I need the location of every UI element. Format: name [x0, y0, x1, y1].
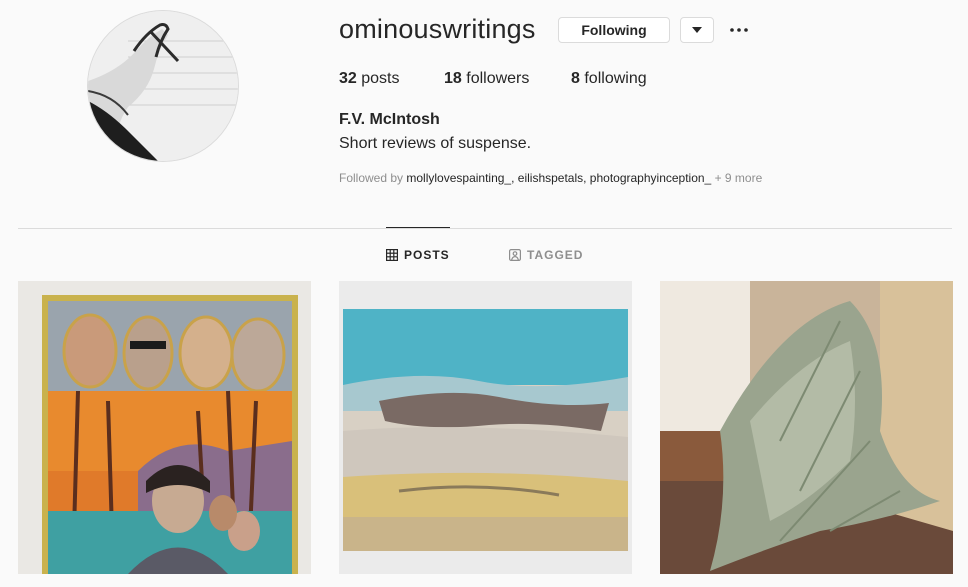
post-image-painting-faces [18, 281, 311, 574]
followed-by-more[interactable]: + 9 more [715, 171, 763, 185]
followed-by-prefix: Followed by [339, 171, 404, 185]
post-thumbnail-1[interactable] [18, 281, 311, 574]
post-thumbnail-3[interactable] [660, 281, 953, 574]
posts-count: 32 [339, 70, 357, 87]
followed-by-line[interactable]: Followed by mollylovespainting_, eilishs… [339, 171, 762, 185]
profile-bio: Short reviews of suspense. [339, 135, 532, 152]
tabs-divider [18, 228, 952, 229]
post-thumbnail-2[interactable] [339, 281, 632, 574]
followers-label: followers [466, 70, 530, 87]
post-image-painting-landscape [339, 281, 632, 574]
following-stat[interactable]: 8 following [571, 70, 647, 88]
post-image-leaf-sculpture [660, 281, 953, 574]
profile-username: ominouswritings [339, 14, 536, 44]
following-label: following [584, 70, 647, 87]
tab-tagged[interactable]: TAGGED [509, 248, 583, 262]
more-options-button[interactable] [726, 18, 752, 42]
avatar-image [88, 11, 238, 161]
followed-by-names[interactable]: mollylovespainting_, eilishspetals, phot… [406, 171, 711, 185]
grid-icon [386, 249, 398, 261]
tab-tagged-label: TAGGED [527, 248, 584, 262]
followers-count: 18 [444, 70, 462, 87]
profile-avatar[interactable] [88, 11, 238, 161]
tab-posts-label: POSTS [404, 248, 450, 262]
active-tab-indicator [386, 227, 450, 228]
posts-stat: 32 posts [339, 70, 400, 88]
suggestions-dropdown-button[interactable] [680, 17, 714, 43]
following-button[interactable]: Following [558, 17, 670, 43]
more-options-icon [730, 28, 748, 32]
profile-full-name: F.V. McIntosh [339, 111, 440, 128]
tag-person-icon [509, 249, 521, 261]
tab-posts[interactable]: POSTS [386, 248, 450, 262]
following-count: 8 [571, 70, 580, 87]
caret-down-icon [692, 27, 702, 33]
followers-stat[interactable]: 18 followers [444, 70, 529, 88]
posts-label: posts [361, 70, 400, 87]
